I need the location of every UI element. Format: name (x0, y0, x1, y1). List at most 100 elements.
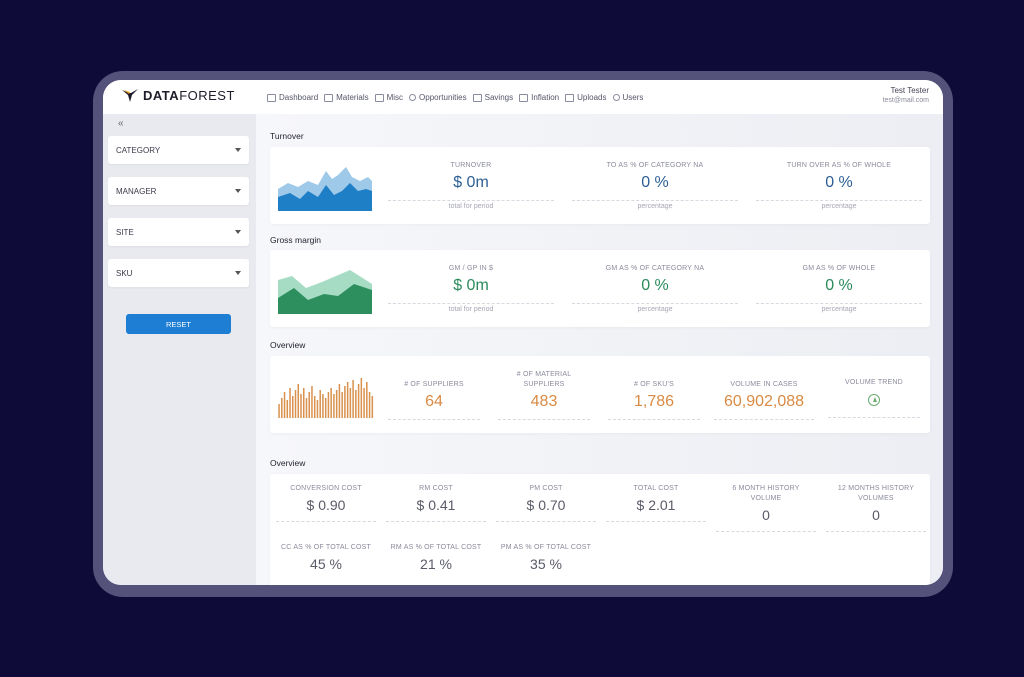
overview-costs-card: CONVERSION COST $ 0.90 RM COST $ 0.41 PM… (270, 474, 930, 585)
user-email: test@mail.com (882, 97, 929, 104)
volume-bar (335, 390, 338, 418)
chevron-down-icon (235, 230, 241, 234)
volume-bar (302, 388, 305, 418)
volume-bar (297, 384, 300, 418)
nav-opportunities[interactable]: Opportunities (409, 93, 467, 102)
nav-uploads[interactable]: Uploads (565, 93, 607, 102)
to-pct-whole-kpi: TURN OVER AS % OF WHOLE 0 % percentage (756, 161, 922, 210)
volume-bar (313, 396, 316, 418)
volume-bar (294, 390, 297, 418)
volume-bar (352, 380, 354, 418)
nav-materials[interactable]: Materials (324, 93, 369, 102)
volume-cases-kpi: VOLUME IN CASES 60,902,088 (714, 370, 814, 420)
volume-bar (346, 382, 349, 418)
user-icon (612, 94, 620, 101)
volume-bar (289, 388, 291, 418)
logo[interactable]: DATAFOREST (121, 86, 235, 104)
volume-bar (330, 388, 332, 418)
volume-bar (300, 394, 302, 418)
rm-cost-kpi: RM COST $ 0.41 (386, 484, 486, 522)
turnover-value: $ 0m (453, 174, 489, 191)
volume-bar (363, 388, 365, 418)
volume-bar (322, 394, 324, 418)
overview-title: Overview (270, 340, 306, 350)
nav-users[interactable]: Users (612, 93, 643, 102)
nav-inflation[interactable]: Inflation (519, 93, 559, 102)
gm-pct-category-kpi: GM AS % OF CATEGORY NA 0 % percentage (572, 264, 738, 313)
nav-savings[interactable]: Savings (472, 93, 513, 102)
volume-bar (316, 400, 319, 418)
material-suppliers-kpi: # OF MATERIAL SUPPLIERS 483 (498, 370, 590, 420)
trend-up-icon[interactable] (868, 394, 880, 406)
savings-icon (472, 93, 482, 102)
cc-pct-total-kpi: CC AS % OF TOTAL COST 45 % (281, 544, 371, 572)
suppliers-kpi: # OF SUPPLIERS 64 (388, 370, 480, 420)
chevron-down-icon (235, 148, 241, 152)
overview-card: # OF SUPPLIERS 64 # OF MATERIAL SUPPLIER… (270, 356, 930, 433)
reset-button[interactable]: RESET (126, 314, 231, 334)
twelve-month-volume-kpi: 12 MONTHS HISTORY VOLUMES 0 (826, 484, 926, 532)
volume-bar (366, 382, 368, 418)
turnover-title: Turnover (270, 131, 304, 141)
main-content: Turnover TURNOVER $ 0m total for period … (256, 114, 943, 585)
volume-bar (311, 386, 313, 418)
volume-bar (308, 392, 310, 418)
misc-icon (374, 93, 384, 102)
volume-trend-kpi: VOLUME TREND (828, 370, 920, 418)
app-window: DATAFOREST Dashboard Materials Misc Oppo… (103, 80, 943, 585)
volume-bar (338, 384, 341, 418)
overview-costs-title: Overview (270, 458, 306, 468)
user-menu[interactable]: Test Tester test@mail.com (883, 86, 929, 104)
chevron-down-icon (235, 189, 241, 193)
volume-bar-sparkline (278, 378, 374, 418)
brand-name: DATAFOREST (143, 87, 235, 103)
sku-select[interactable]: SKU (108, 259, 249, 287)
volume-bar (292, 396, 294, 418)
user-icon (409, 94, 417, 101)
volume-bar (355, 390, 357, 418)
turnover-kpi: TURNOVER $ 0m total for period (388, 161, 554, 210)
volume-bar (344, 386, 346, 418)
volume-bar (324, 398, 327, 418)
category-select[interactable]: CATEGORY (108, 136, 249, 164)
main-nav: Dashboard Materials Misc Opportunities S… (267, 93, 643, 102)
gross-margin-sparkline (278, 270, 372, 314)
skus-kpi: # OF SKU'S 1,786 (608, 370, 700, 420)
volume-bar (327, 392, 330, 418)
volume-bar (368, 392, 371, 418)
volume-bar (371, 396, 374, 418)
volume-bar (360, 378, 363, 418)
collapse-sidebar-button[interactable]: « (118, 118, 124, 129)
user-name: Test Tester (890, 86, 929, 95)
dashboard-icon (267, 93, 276, 102)
top-bar: DATAFOREST Dashboard Materials Misc Oppo… (103, 80, 943, 114)
pm-pct-total-kpi: PM AS % OF TOTAL COST 35 % (500, 544, 592, 572)
gm-dollars-kpi: GM / GP IN $ $ 0m total for period (388, 264, 554, 313)
materials-icon (324, 93, 334, 102)
volume-bar (357, 384, 360, 418)
uploads-icon (565, 93, 575, 102)
volume-bar (286, 400, 289, 418)
total-cost-kpi: TOTAL COST $ 2.01 (606, 484, 706, 522)
six-month-volume-kpi: 6 MONTH HISTORY VOLUME 0 (716, 484, 816, 532)
volume-bar (283, 392, 286, 418)
gm-pct-whole-kpi: GM AS % OF WHOLE 0 % percentage (756, 264, 922, 313)
bird-logo-icon (122, 89, 138, 102)
volume-bar (319, 390, 321, 418)
nav-dashboard[interactable]: Dashboard (267, 93, 318, 102)
gross-margin-title: Gross margin (270, 235, 322, 245)
volume-bar (305, 398, 308, 418)
manager-select[interactable]: MANAGER (108, 177, 249, 205)
rm-pct-total-kpi: RM AS % OF TOTAL COST 21 % (390, 544, 482, 572)
chevron-down-icon (235, 271, 241, 275)
gross-margin-card: GM / GP IN $ $ 0m total for period GM AS… (270, 250, 930, 327)
volume-bar (333, 394, 335, 418)
nav-misc[interactable]: Misc (374, 93, 403, 102)
volume-bar (341, 392, 343, 418)
site-select[interactable]: SITE (108, 218, 249, 246)
filter-sidebar: « CATEGORY MANAGER SITE SKU RESET (103, 114, 256, 585)
conversion-cost-kpi: CONVERSION COST $ 0.90 (276, 484, 376, 522)
turnover-card: TURNOVER $ 0m total for period TO AS % O… (270, 147, 930, 224)
pm-cost-kpi: PM COST $ 0.70 (496, 484, 596, 522)
inflation-icon (519, 93, 529, 102)
